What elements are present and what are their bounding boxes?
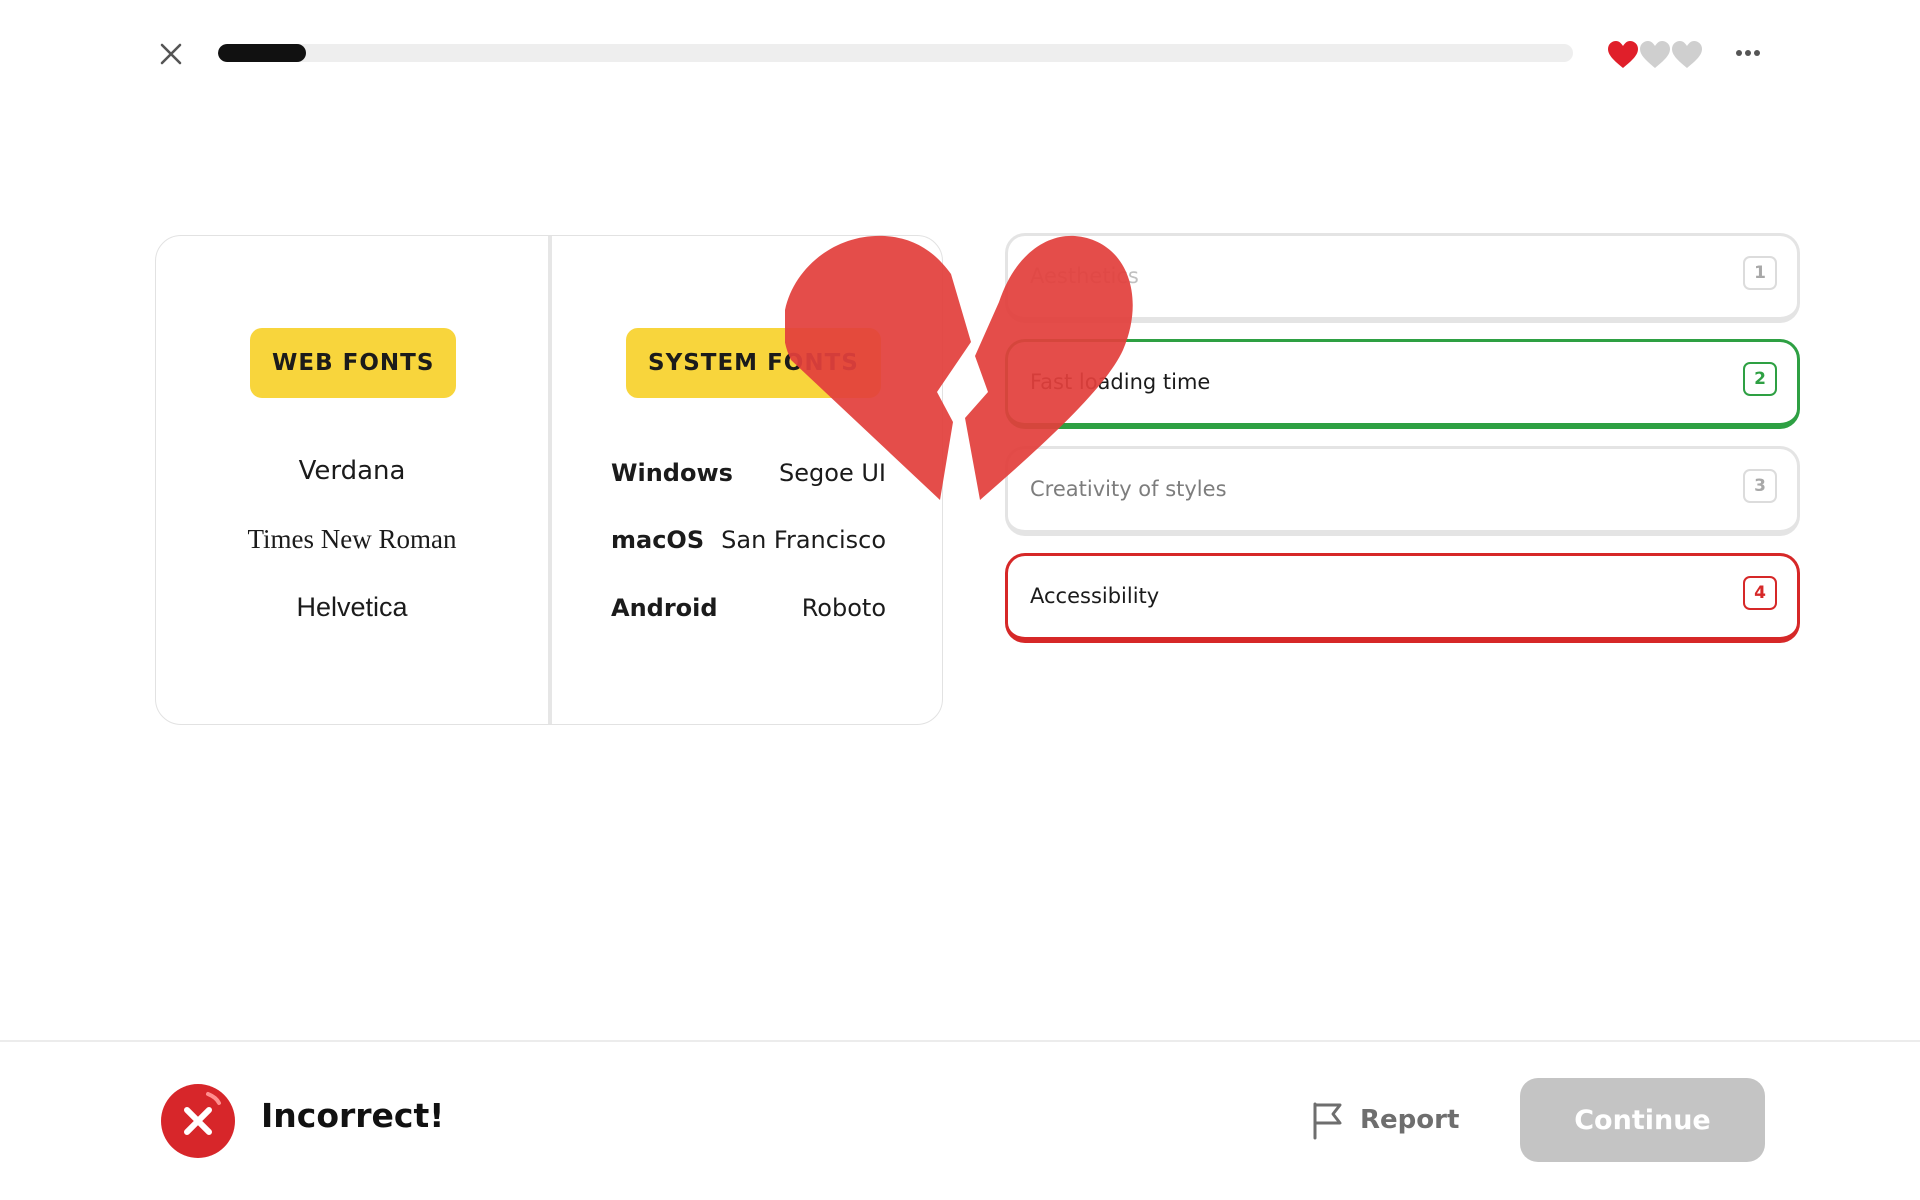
- answer-option-fast-loading-time[interactable]: Fast loading time 2: [1005, 339, 1800, 429]
- font-comparison-card: WEB FONTS Verdana Times New Roman Helvet…: [155, 235, 943, 725]
- option-label: Accessibility: [1030, 584, 1160, 608]
- more-options-button[interactable]: [1730, 36, 1766, 70]
- answer-option-accessibility[interactable]: Accessibility 4: [1005, 553, 1800, 643]
- system-fonts-column: SYSTEM FONTS Windows Segoe UI macOS San …: [552, 236, 942, 724]
- os-name: Windows: [611, 459, 733, 487]
- close-icon: [160, 43, 182, 65]
- option-label: Creativity of styles: [1030, 477, 1227, 501]
- web-fonts-column: WEB FONTS Verdana Times New Roman Helvet…: [156, 236, 548, 724]
- system-font-row: Windows Segoe UI: [611, 459, 886, 487]
- close-button[interactable]: [155, 38, 187, 70]
- os-font: Roboto: [801, 594, 886, 622]
- os-font: San Francisco: [721, 526, 886, 554]
- heart-empty-icon: [1672, 41, 1702, 68]
- system-font-row: Android Roboto: [611, 594, 886, 622]
- os-font: Segoe UI: [779, 459, 886, 487]
- option-key-badge: 1: [1743, 256, 1777, 290]
- continue-button[interactable]: Continue: [1520, 1078, 1765, 1162]
- more-horizontal-icon: [1736, 50, 1760, 56]
- answer-option-creativity-of-styles[interactable]: Creativity of styles 3: [1005, 446, 1800, 536]
- footer-divider: [0, 1040, 1920, 1042]
- result-message: Incorrect!: [261, 1096, 445, 1135]
- web-font-item: Helvetica: [296, 592, 408, 622]
- option-key-badge: 4: [1743, 576, 1777, 610]
- system-fonts-tag: SYSTEM FONTS: [626, 328, 881, 398]
- web-font-item: Verdana: [298, 456, 406, 486]
- os-name: Android: [611, 594, 718, 622]
- web-fonts-tag: WEB FONTS: [250, 328, 457, 398]
- web-font-item: Times New Roman: [247, 524, 457, 554]
- option-label: Aesthetics: [1030, 264, 1139, 288]
- heart-empty-icon: [1640, 41, 1670, 68]
- lives-indicator: [1606, 40, 1702, 70]
- progress-fill: [218, 44, 307, 62]
- option-label: Fast loading time: [1030, 370, 1211, 394]
- answer-option-aesthetics[interactable]: Aesthetics 1: [1005, 233, 1800, 323]
- lesson-screen: WEB FONTS Verdana Times New Roman Helvet…: [0, 0, 1920, 1200]
- progress-bar: [218, 44, 1573, 62]
- os-name: macOS: [611, 526, 705, 554]
- option-key-badge: 3: [1743, 469, 1777, 503]
- flag-icon: [1313, 1102, 1342, 1140]
- heart-full-icon: [1608, 41, 1638, 68]
- x-circle-icon: [161, 1084, 235, 1158]
- report-label: Report: [1360, 1105, 1460, 1135]
- system-font-row: macOS San Francisco: [611, 526, 886, 554]
- option-key-badge: 2: [1743, 362, 1777, 396]
- report-button[interactable]: Report: [1310, 1098, 1459, 1142]
